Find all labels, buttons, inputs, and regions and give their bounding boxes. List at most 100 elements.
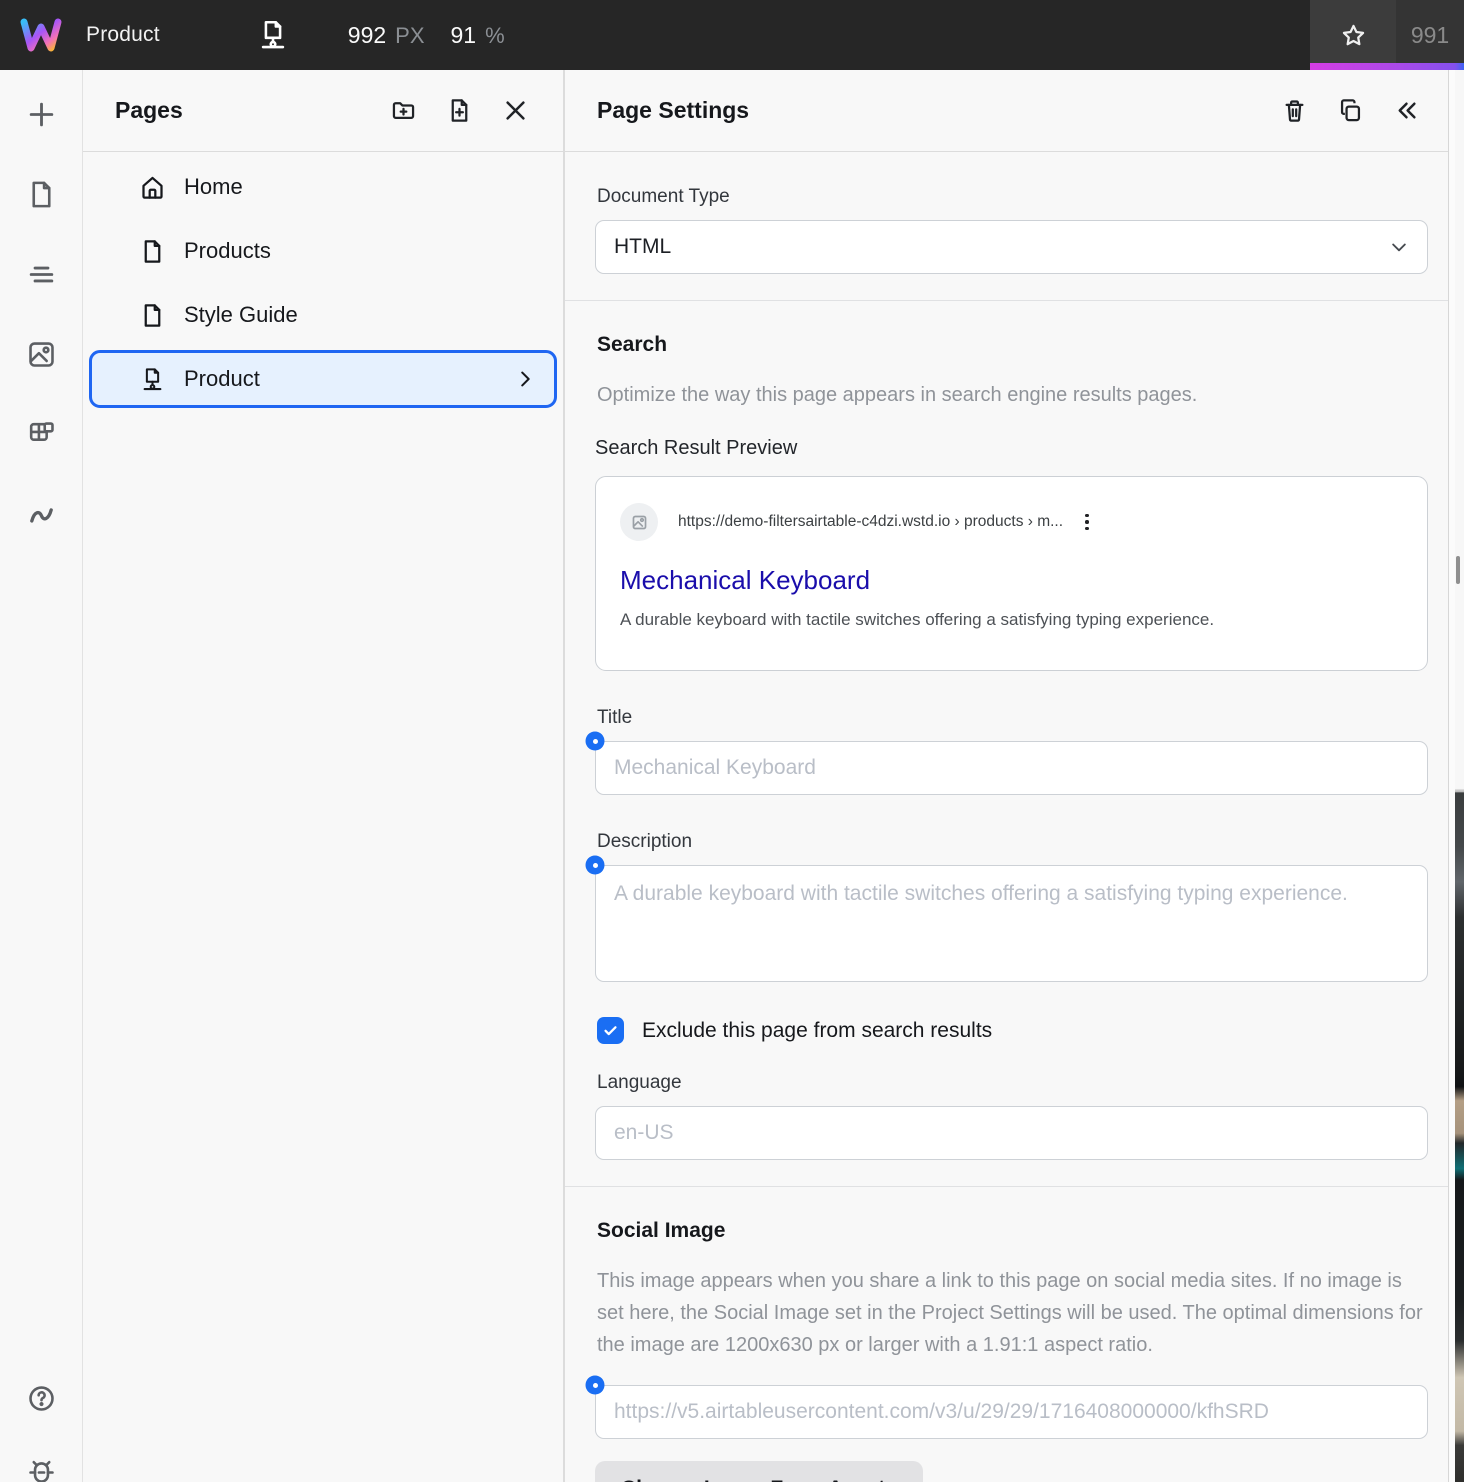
page-item-product-selected[interactable]: Product <box>89 350 557 408</box>
dynamic-page-icon[interactable] <box>256 18 290 52</box>
kebab-menu-icon <box>1085 514 1089 531</box>
rail-bottom <box>17 1374 65 1482</box>
social-image-description: This image appears when you share a link… <box>597 1265 1428 1361</box>
chevron-down-icon <box>1389 237 1409 257</box>
search-preview-label: Search Result Preview <box>595 437 1428 460</box>
page-item-home[interactable]: Home <box>83 155 563 219</box>
pages-list: Home Products Style Guide Product <box>83 152 563 411</box>
title-input[interactable] <box>595 741 1428 795</box>
new-page-button[interactable] <box>439 91 479 131</box>
pages-button[interactable] <box>17 170 65 218</box>
new-page-icon <box>446 97 473 124</box>
close-pages-button[interactable] <box>495 91 535 131</box>
choose-image-button[interactable]: Choose Image From Assets <box>595 1461 923 1482</box>
preview-result-description: A durable keyboard with tactile switches… <box>620 610 1401 630</box>
page-settings-panel: Page Settings Document Type HTML <box>565 70 1448 1482</box>
navigator-button[interactable] <box>17 250 65 298</box>
page-icon <box>139 238 166 265</box>
page-item-label: Style Guide <box>184 302 298 328</box>
delete-page-button[interactable] <box>1274 91 1314 131</box>
canvas-width-unit: PX <box>395 23 424 49</box>
settings-panel-title: Page Settings <box>597 97 749 124</box>
language-input[interactable] <box>595 1106 1428 1160</box>
exclude-checkbox-row[interactable]: Exclude this page from search results <box>597 1017 1428 1044</box>
topbar: Product 992 PX 91 % 991 <box>0 0 1464 70</box>
components-icon <box>26 419 57 450</box>
duplicate-icon <box>1337 97 1364 124</box>
resources-button[interactable] <box>17 490 65 538</box>
main-area: Pages Home Products <box>0 70 1464 1482</box>
social-image-url-input[interactable] <box>595 1385 1428 1439</box>
zoom-control[interactable]: 91 % <box>451 22 505 49</box>
report-bug-button[interactable] <box>17 1448 65 1482</box>
page-item-style-guide[interactable]: Style Guide <box>83 283 563 347</box>
page-item-label: Products <box>184 238 271 264</box>
social-image-input-wrap <box>595 1385 1428 1439</box>
project-title[interactable]: Product <box>86 23 160 47</box>
favicon-placeholder <box>620 503 658 541</box>
zoom-unit: % <box>485 23 505 49</box>
assets-button[interactable] <box>17 330 65 378</box>
document-type-section: Document Type HTML <box>565 152 1448 300</box>
title-input-wrap <box>595 741 1428 795</box>
document-type-value: HTML <box>614 235 671 259</box>
navigator-icon <box>26 259 57 290</box>
new-folder-button[interactable] <box>383 91 423 131</box>
checkbox-checked-icon[interactable] <box>597 1017 624 1044</box>
description-input-wrap <box>595 865 1428 987</box>
pages-panel: Pages Home Products <box>83 70 565 1482</box>
canvas-edge-strip <box>1448 70 1464 1482</box>
duplicate-page-button[interactable] <box>1330 91 1370 131</box>
canvas-image-sliver <box>1455 70 1464 1482</box>
bug-icon <box>26 1457 57 1482</box>
trash-icon <box>1281 97 1308 124</box>
binding-dot[interactable] <box>586 1376 605 1395</box>
language-field-label: Language <box>597 1072 1428 1094</box>
title-field-label: Title <box>597 707 1428 729</box>
preview-url-row: https://demo-filtersairtable-c4dzi.wstd.… <box>620 503 1401 541</box>
close-icon <box>502 97 529 124</box>
marketplace-button[interactable] <box>17 410 65 458</box>
description-field-label: Description <box>597 831 1428 853</box>
breakpoint-star-button[interactable] <box>1310 0 1396 70</box>
wave-icon <box>26 499 57 530</box>
language-input-wrap <box>595 1106 1428 1160</box>
preview-url: https://demo-filtersairtable-c4dzi.wstd.… <box>678 513 1063 531</box>
exclude-checkbox-label: Exclude this page from search results <box>642 1019 992 1043</box>
image-icon <box>26 339 57 370</box>
new-folder-icon <box>390 97 417 124</box>
webstudio-logo-icon[interactable] <box>18 15 64 55</box>
document-type-label: Document Type <box>597 186 1428 208</box>
left-toolbar <box>0 70 83 1482</box>
breakpoint-value: 991 <box>1411 22 1449 49</box>
dynamic-page-icon <box>139 366 166 393</box>
social-image-section: Social Image This image appears when you… <box>565 1187 1448 1482</box>
breakpoint-underline <box>1310 63 1464 70</box>
document-type-select[interactable]: HTML <box>595 220 1428 274</box>
collapse-panel-button[interactable] <box>1386 91 1426 131</box>
breakpoint-value-zone[interactable]: 991 <box>1396 0 1464 70</box>
page-item-label: Product <box>184 366 260 392</box>
page-item-products[interactable]: Products <box>83 219 563 283</box>
search-description: Optimize the way this page appears in se… <box>597 379 1428 411</box>
scrollbar-thumb[interactable] <box>1456 556 1460 584</box>
search-heading: Search <box>597 333 1428 357</box>
binding-dot[interactable] <box>586 856 605 875</box>
plus-icon <box>26 99 57 130</box>
search-section: Search Optimize the way this page appear… <box>565 301 1448 1186</box>
settings-body: Document Type HTML Search Optimize the w… <box>565 152 1448 1482</box>
canvas-width-control[interactable]: 992 PX <box>348 22 425 49</box>
page-icon <box>26 179 57 210</box>
binding-dot[interactable] <box>586 732 605 751</box>
add-component-button[interactable] <box>17 90 65 138</box>
image-icon <box>631 514 648 531</box>
search-result-preview-card: https://demo-filtersairtable-c4dzi.wstd.… <box>595 476 1428 671</box>
breakpoint-tab: 991 <box>1310 0 1464 70</box>
help-button[interactable] <box>17 1374 65 1422</box>
page-icon <box>139 302 166 329</box>
chevrons-left-icon <box>1393 97 1420 124</box>
description-input[interactable] <box>595 865 1428 982</box>
chevron-right-icon <box>514 368 536 390</box>
star-icon <box>1340 22 1367 49</box>
pages-panel-title: Pages <box>115 97 183 124</box>
